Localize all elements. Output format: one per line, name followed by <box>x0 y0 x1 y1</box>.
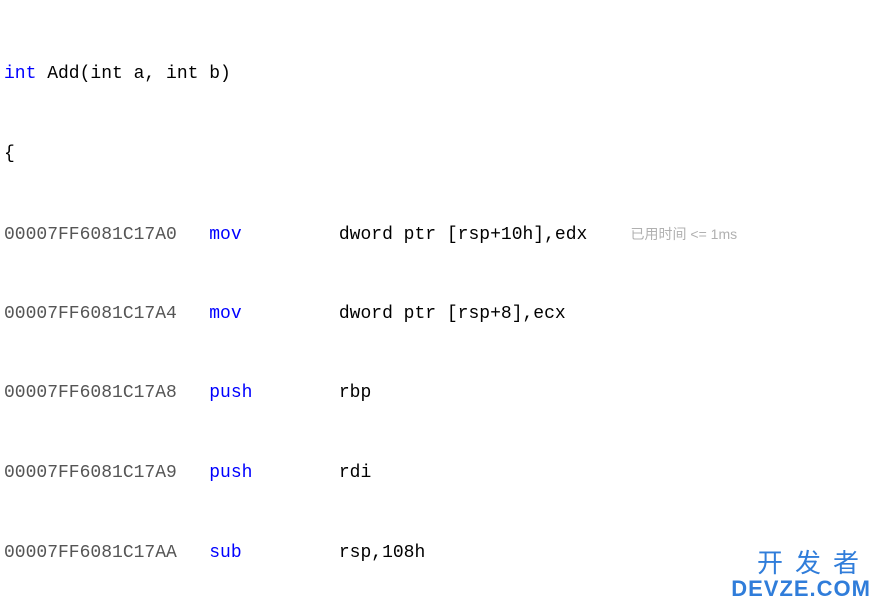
mnemonic: sub <box>209 543 339 563</box>
operands: rbp <box>339 383 371 403</box>
perf-tip: 已用时间 <= 1ms <box>631 226 738 242</box>
source-line: int Add(int a, int b) <box>4 64 231 84</box>
address: 00007FF6081C17A4 <box>4 304 209 324</box>
source-line: { <box>4 144 15 164</box>
mnemonic: mov <box>209 304 339 324</box>
mnemonic: push <box>209 383 339 403</box>
operands: dword ptr [rsp+10h],edx <box>339 225 587 245</box>
asm-line: 00007FF6081C17A9 push rdi <box>4 460 873 487</box>
address: 00007FF6081C17A9 <box>4 463 209 483</box>
asm-line: 00007FF6081C17A8 push rbp <box>4 380 873 407</box>
operands: rsp,108h <box>339 543 425 563</box>
address: 00007FF6081C17A0 <box>4 225 209 245</box>
asm-line: 00007FF6081C17A4 mov dword ptr [rsp+8],e… <box>4 301 873 328</box>
asm-line: 00007FF6081C17AA sub rsp,108h <box>4 540 873 567</box>
operands: rdi <box>339 463 371 483</box>
mnemonic: push <box>209 463 339 483</box>
address: 00007FF6081C17AA <box>4 543 209 563</box>
operands: dword ptr [rsp+8],ecx <box>339 304 566 324</box>
address: 00007FF6081C17A8 <box>4 383 209 403</box>
mnemonic: mov <box>209 225 339 245</box>
disassembly-view[interactable]: int Add(int a, int b) { 00007FF6081C17A0… <box>0 0 877 616</box>
asm-line: 00007FF6081C17A0 mov dword ptr [rsp+10h]… <box>4 221 873 248</box>
